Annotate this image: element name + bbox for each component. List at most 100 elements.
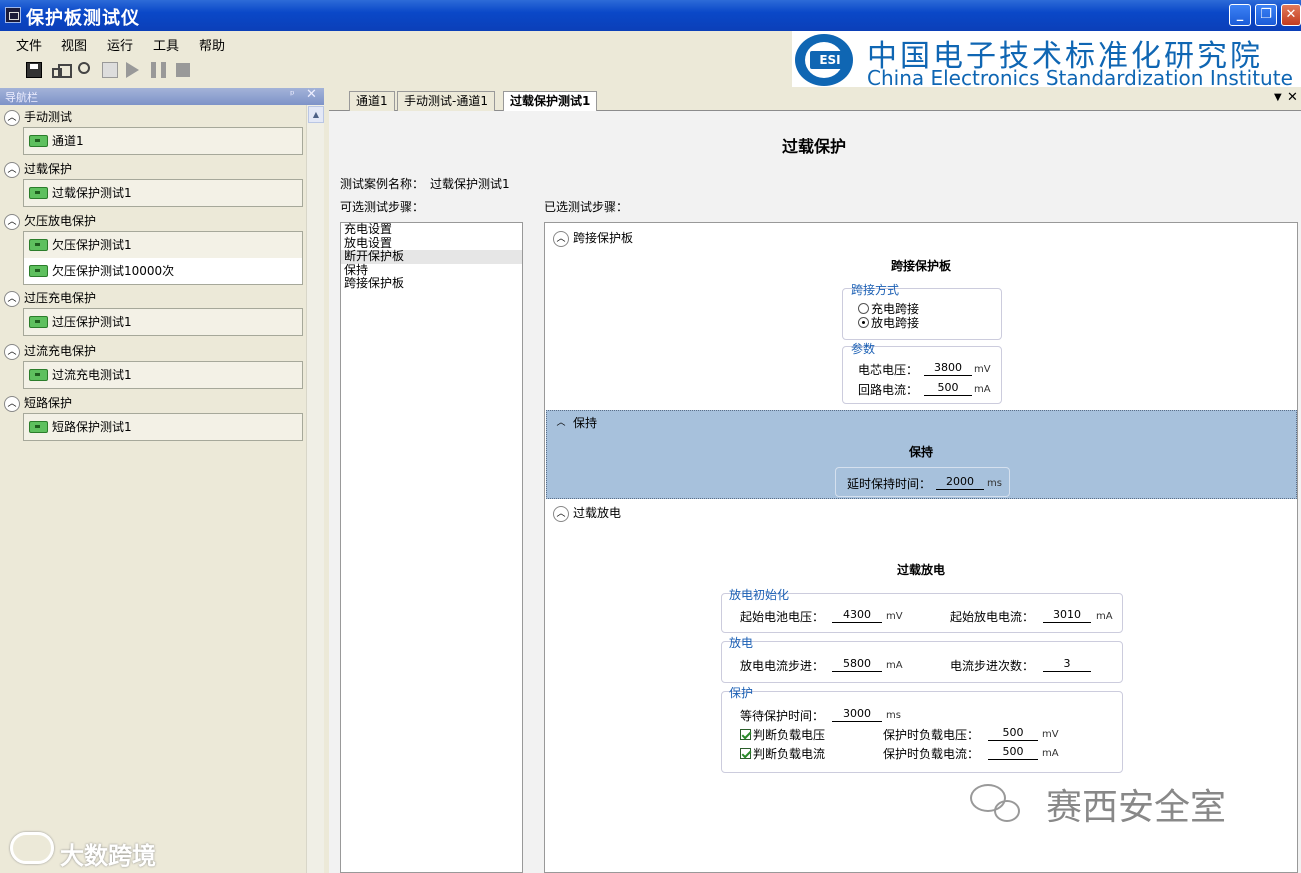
tab-list-dropdown-icon[interactable]: ▼	[1274, 92, 1282, 103]
protect-voltage-input[interactable]: 500	[988, 726, 1038, 741]
menu-help[interactable]: 帮助	[199, 35, 225, 54]
available-steps-label: 可选测试步骤：	[340, 200, 425, 214]
list-item[interactable]: 保持	[341, 263, 522, 278]
nav-scrollbar[interactable]: ▲	[306, 105, 324, 873]
nav-group-overcurrent[interactable]: ︿ 过流充电保护	[4, 342, 96, 360]
check-load-current[interactable]: 判断负载电流	[740, 745, 825, 762]
pin-icon[interactable]: ᵖ	[290, 88, 295, 101]
window-title: 保护板测试仪	[26, 8, 140, 29]
radio-icon[interactable]	[858, 303, 869, 314]
collapse-icon[interactable]: ︿	[4, 343, 20, 360]
start-voltage-label: 起始电池电压：	[740, 610, 825, 624]
nav-item-overvoltage-test1[interactable]: 过压保护测试1	[24, 309, 302, 335]
collapse-icon[interactable]: ︿	[4, 290, 20, 307]
collapse-icon[interactable]: ︿	[4, 395, 20, 412]
step-hold-title: 保持	[909, 445, 934, 459]
nav-item-overload-test1[interactable]: 过载保护测试1	[24, 180, 302, 206]
copy-icon[interactable]	[52, 64, 72, 78]
step-current-label: 放电电流步进：	[740, 659, 825, 673]
start-voltage-input[interactable]: 4300	[832, 608, 882, 623]
nav-item-overcurrent-test1[interactable]: 过流充电测试1	[24, 362, 302, 388]
collapse-icon[interactable]: ︿	[553, 416, 569, 432]
nav-group-undervoltage[interactable]: ︿ 欠压放电保护	[4, 212, 96, 230]
menu-tools[interactable]: 工具	[153, 35, 179, 54]
collapse-icon[interactable]: ︿	[4, 161, 20, 178]
nav-item-undervoltage-test10000[interactable]: 欠压保护测试10000次	[24, 258, 302, 284]
pause-icon[interactable]	[151, 62, 166, 78]
start-current-unit: mA	[1096, 611, 1113, 622]
minimize-button[interactable]: _	[1229, 4, 1251, 26]
nav-group-overvoltage[interactable]: ︿ 过压充电保护	[4, 289, 96, 307]
clipboard-icon[interactable]	[102, 62, 118, 78]
tab-channel1[interactable]: 通道1	[349, 91, 395, 111]
menu-bar: 文件 视图 运行 工具 帮助	[0, 31, 790, 55]
step-overload-header[interactable]: ︿ 过载放电	[553, 504, 621, 522]
save-icon[interactable]	[26, 62, 42, 78]
battery-icon	[29, 265, 48, 277]
tab-overload-test1[interactable]: 过载保护测试1	[503, 91, 598, 112]
tab-close-icon[interactable]: ✕	[1287, 90, 1298, 105]
menu-view[interactable]: 视图	[61, 35, 87, 54]
step-overload-title: 过载放电	[897, 563, 946, 577]
delay-hold-label: 延时保持时间：	[847, 477, 932, 491]
protect-current-label: 保护时负载电流：	[883, 747, 980, 761]
nav-item-channel1[interactable]: 通道1	[24, 128, 302, 154]
loop-current-unit: mA	[974, 384, 991, 395]
play-icon[interactable]	[126, 62, 139, 78]
nav-group-overload-items: 过载保护测试1	[23, 179, 303, 207]
check-load-voltage[interactable]: 判断负载电压	[740, 726, 825, 743]
delay-hold-input[interactable]: 2000	[936, 475, 984, 490]
checkbox-checked-icon[interactable]	[740, 748, 751, 759]
list-item[interactable]: 断开保护板	[341, 249, 522, 264]
wait-time-input[interactable]: 3000	[832, 707, 882, 722]
restore-button[interactable]: ❐	[1255, 4, 1277, 26]
nav-item-undervoltage-test1[interactable]: 欠压保护测试1	[24, 232, 302, 258]
nav-group-manual[interactable]: ︿ 手动测试	[4, 108, 72, 126]
protect-current-input[interactable]: 500	[988, 745, 1038, 760]
available-steps-list[interactable]: 充电设置 放电设置 断开保护板 保持 跨接保护板	[340, 222, 523, 873]
tab-manual-channel1[interactable]: 手动测试-通道1	[397, 91, 495, 111]
nav-group-overcurrent-items: 过流充电测试1	[23, 361, 303, 389]
nav-pane-title: 导航栏	[5, 91, 38, 104]
collapse-icon[interactable]: ︿	[553, 230, 569, 247]
cell-voltage-unit: mV	[974, 364, 991, 375]
search-icon[interactable]	[78, 62, 90, 74]
nav-item-shortcircuit-test1[interactable]: 短路保护测试1	[24, 414, 302, 440]
collapse-icon[interactable]: ︿	[4, 109, 20, 126]
list-item[interactable]: 跨接保护板	[341, 276, 522, 291]
bypass-method-label: 跨接方式	[851, 283, 900, 297]
radio-discharge-bypass[interactable]: 放电跨接	[858, 314, 919, 331]
battery-icon	[29, 187, 48, 199]
nav-group-manual-items: 通道1	[23, 127, 303, 155]
collapse-icon[interactable]: ︿	[4, 213, 20, 230]
step-current-input[interactable]: 5800	[832, 657, 882, 672]
case-name-row: 测试案例名称： 过载保护测试1	[340, 175, 510, 192]
radio-selected-icon[interactable]	[858, 317, 869, 328]
nav-group-overload[interactable]: ︿ 过载保护	[4, 160, 72, 178]
list-item[interactable]: 充电设置	[341, 222, 522, 237]
nav-pane: ︿ 手动测试 通道1 ︿ 过载保护 过载保护测试1 ︿ 欠压放电保护 欠压保护测试1 …	[0, 105, 324, 873]
start-current-input[interactable]: 3010	[1043, 608, 1091, 623]
close-button[interactable]: ✕	[1281, 4, 1301, 26]
checkbox-checked-icon[interactable]	[740, 729, 751, 740]
cell-voltage-input[interactable]: 3800	[924, 361, 972, 376]
nav-group-shortcircuit[interactable]: ︿ 短路保护	[4, 394, 72, 412]
nav-group-overvoltage-items: 过压保护测试1	[23, 308, 303, 336]
battery-icon	[29, 135, 48, 147]
step-bypass-header[interactable]: ︿ 跨接保护板	[553, 229, 633, 247]
nav-group-undervoltage-items: 欠压保护测试1 欠压保护测试10000次	[23, 231, 303, 285]
stop-icon[interactable]	[176, 63, 190, 77]
loop-current-input[interactable]: 500	[924, 381, 972, 396]
collapse-icon[interactable]: ︿	[553, 505, 569, 522]
menu-file[interactable]: 文件	[16, 35, 42, 54]
watermark-left: 大数跨境	[60, 842, 156, 870]
delay-hold-unit: ms	[987, 478, 1002, 489]
nav-close-icon[interactable]: ✕	[306, 87, 317, 102]
institute-logo: ESI 中国电子技术标准化研究院 China Electronics Stand…	[792, 31, 1301, 90]
list-item[interactable]: 放电设置	[341, 236, 522, 251]
scroll-up-icon[interactable]: ▲	[308, 106, 324, 123]
menu-run[interactable]: 运行	[107, 35, 133, 54]
test-case-editor: 过载保护 测试案例名称： 过载保护测试1 可选测试步骤： 已选测试步骤： 充电设置…	[329, 111, 1301, 873]
step-count-input[interactable]: 3	[1043, 657, 1091, 672]
step-hold-header[interactable]: ︿ 保持	[553, 414, 597, 432]
